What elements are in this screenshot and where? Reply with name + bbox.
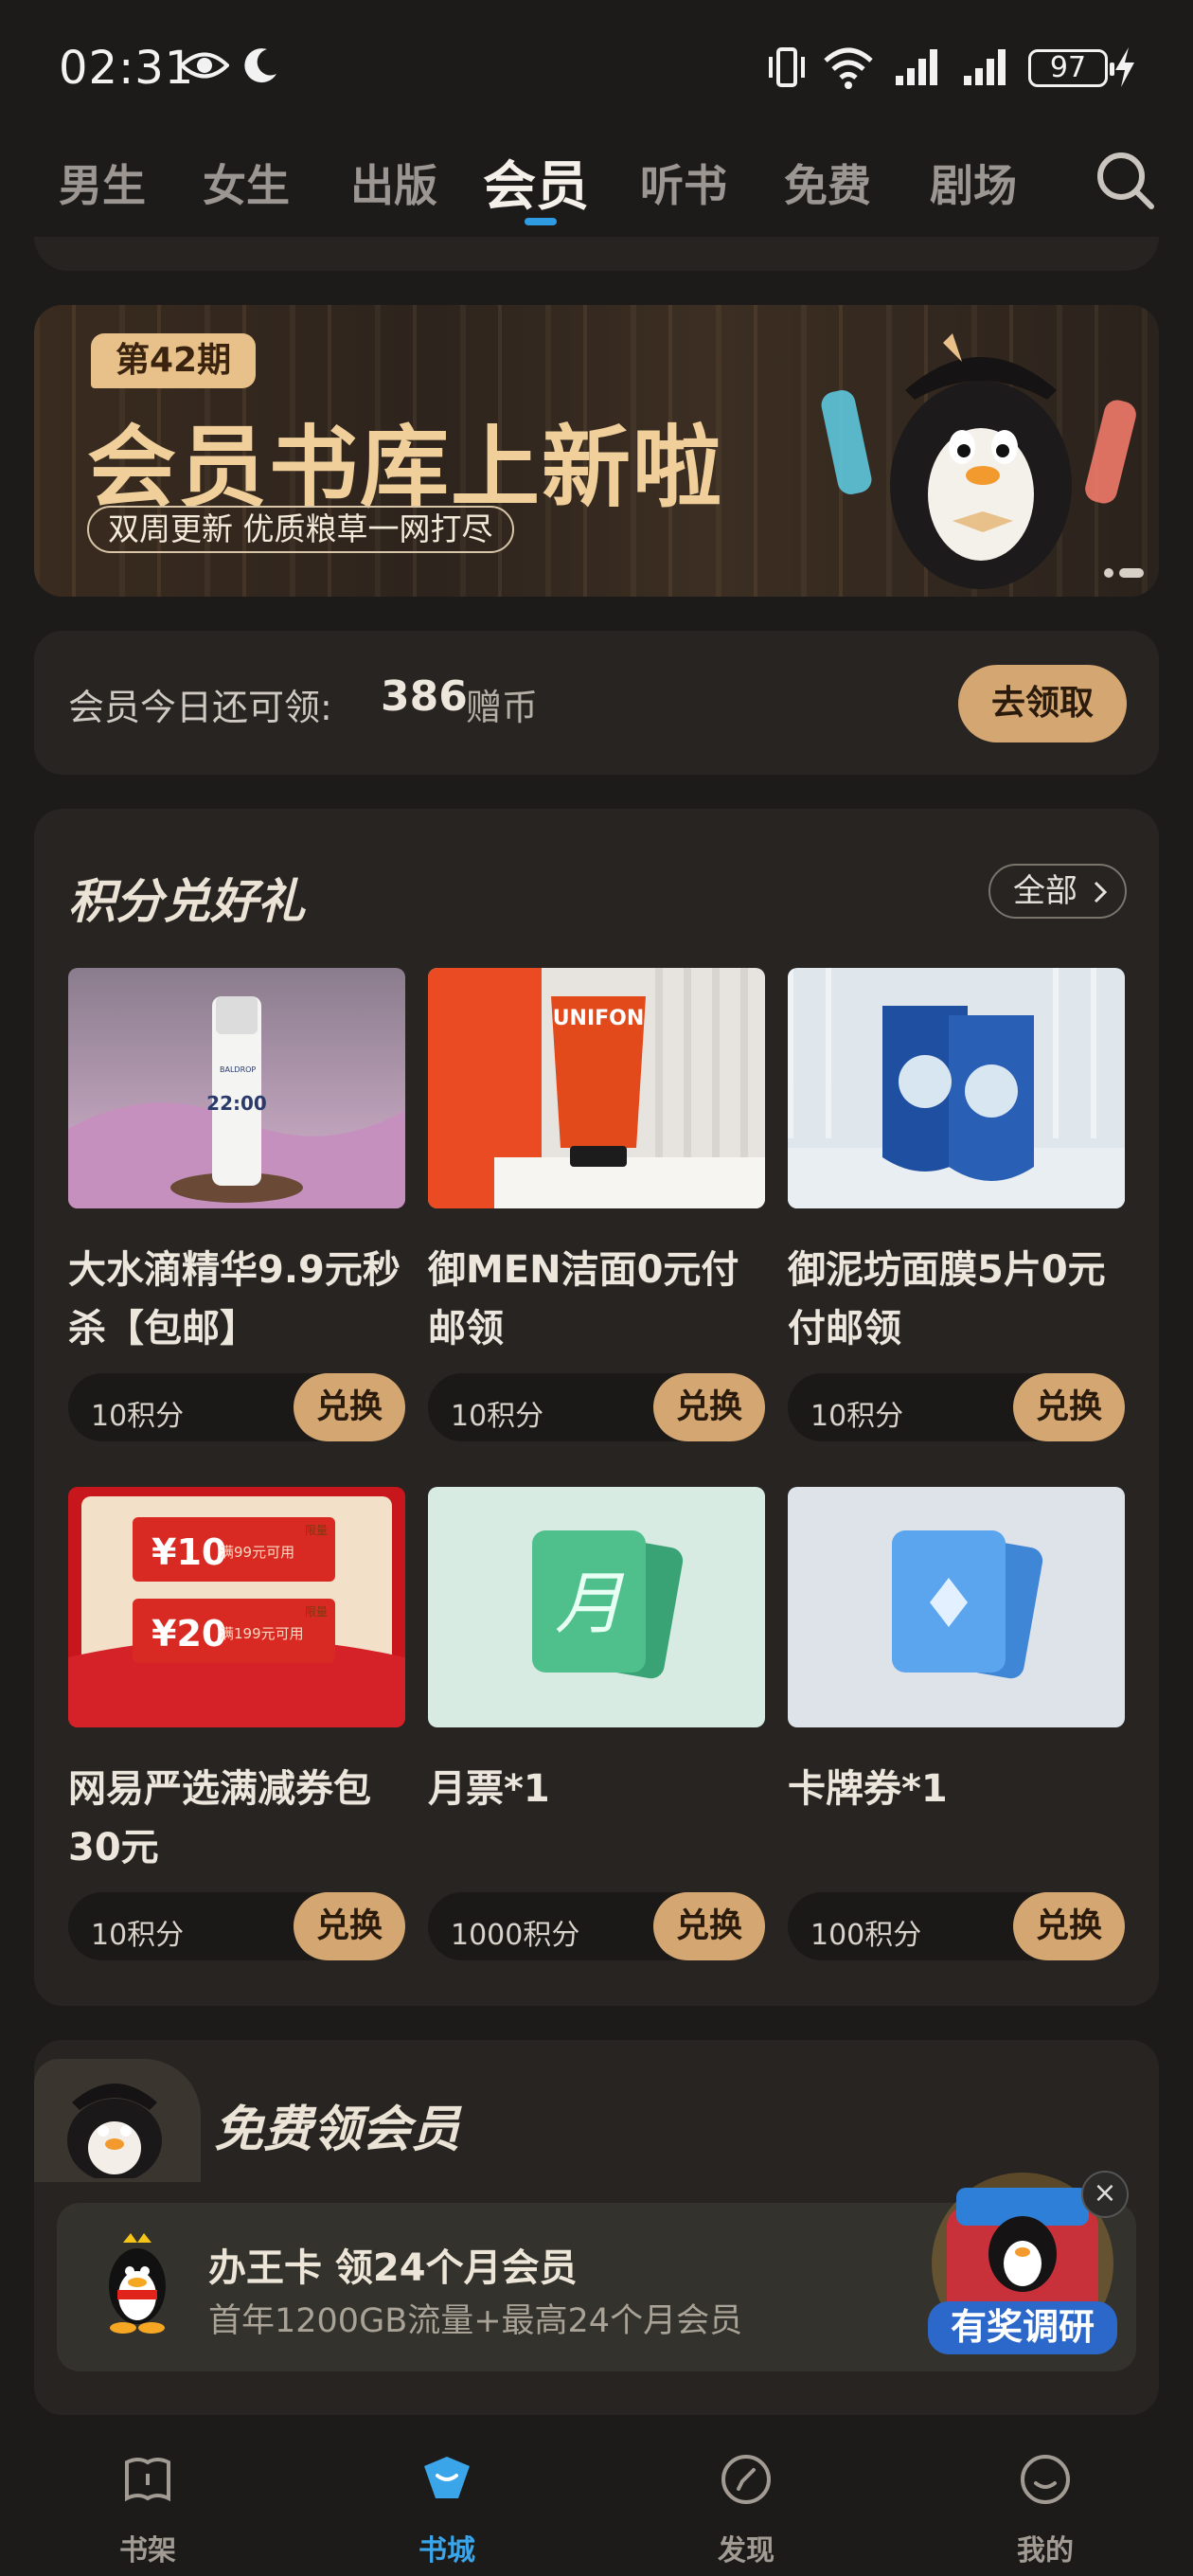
claim-button[interactable]: 去领取	[958, 665, 1127, 742]
redeem-bar: 10积分 兑换	[788, 1373, 1125, 1441]
bookstore-icon	[424, 2457, 470, 2498]
redeem-button[interactable]: 兑换	[1013, 1373, 1125, 1441]
tab-profile[interactable]: 我的	[960, 2432, 1131, 2576]
coin-value: 386	[381, 672, 468, 721]
battery-indicator: 97	[1028, 49, 1114, 87]
monthly-ticket-image: 月	[428, 1487, 765, 1727]
banner-pagination	[1098, 563, 1144, 581]
charging-icon	[1115, 47, 1134, 87]
redeem-bar: 10积分 兑换	[68, 1892, 405, 1960]
reward-item-name: 卡牌券*1	[788, 1767, 948, 1811]
top-nav: 男生 女生 出版 会员 听书 免费 剧场	[0, 133, 1193, 246]
tab-label: 书架	[119, 2534, 176, 2567]
card-ticket-image	[788, 1487, 1125, 1727]
redeem-button[interactable]: 兑换	[294, 1373, 405, 1441]
tab-member[interactable]: 会员	[483, 144, 589, 221]
member-coin-card: 会员今日还可领: 386 赠币 去领取	[34, 631, 1159, 775]
status-time: 02:31	[59, 42, 195, 95]
tab-label: 发现	[718, 2534, 775, 2567]
bookshelf-icon	[125, 2458, 170, 2502]
coupon-tag: 限量	[305, 1524, 328, 1537]
signal-icon	[896, 49, 937, 85]
coupon-tag: 限量	[305, 1605, 328, 1619]
compass-icon	[721, 2455, 771, 2504]
moon-icon	[244, 48, 276, 83]
view-all-button[interactable]: 全部	[988, 864, 1127, 919]
ticket-char: 月	[555, 1564, 625, 1643]
promo-subtitle: 首年1200GB流量+最高24个月会员	[208, 2302, 743, 2340]
cleanser-tube-image: UNIFON	[428, 968, 765, 1208]
tab-audiobook[interactable]: 听书	[640, 152, 727, 214]
reward-points: 10积分	[810, 1400, 904, 1433]
redeem-button[interactable]: 兑换	[1013, 1892, 1125, 1960]
coin-label: 会员今日还可领:	[68, 687, 332, 728]
profile-icon	[1021, 2455, 1070, 2504]
redeem-bar: 10积分 兑换	[68, 1373, 405, 1441]
redeem-button[interactable]: 兑换	[653, 1892, 765, 1960]
member-library-banner[interactable]: 第42期 会员书库上新啦 双周更新 优质粮草一网打尽	[34, 305, 1159, 597]
tab-label: 我的	[1017, 2534, 1074, 2567]
tab-label: 书城	[418, 2534, 475, 2567]
reward-item-name: 御泥坊面膜5片0元付邮领	[788, 1248, 1106, 1351]
tab-bookshelf[interactable]: 书架	[62, 2432, 233, 2576]
face-mask-image	[788, 968, 1125, 1208]
reward-points: 1000积分	[451, 1919, 580, 1952]
view-all-label: 全部	[1013, 872, 1077, 910]
svg-text:¥20: ¥20	[151, 1613, 226, 1655]
reward-item-name: 大水滴精华9.9元秒杀【包邮】	[68, 1248, 401, 1351]
chevron-right-icon	[1094, 881, 1107, 903]
pagination-dot	[1104, 567, 1113, 578]
qq-penguin-icon	[109, 2233, 166, 2334]
tab-female[interactable]: 女生	[203, 152, 290, 214]
eye-icon	[180, 52, 229, 79]
tab-theater[interactable]: 剧场	[930, 152, 1017, 214]
redeem-button[interactable]: 兑换	[653, 1373, 765, 1441]
vibrate-icon	[769, 47, 805, 87]
coupon-pack-image: ¥10 满99元可用 ¥20 满199元可用 限量 限量	[68, 1487, 405, 1727]
coupon-condition: 满199元可用	[220, 1625, 304, 1642]
tab-bookstore[interactable]: 书城	[362, 2432, 532, 2576]
signal-icon	[964, 49, 1006, 85]
coupon-condition: 满99元可用	[220, 1544, 294, 1561]
wifi-icon	[824, 47, 873, 89]
points-redeem-section: 积分兑好礼 全部 22:00 BALDROP 大水滴精华9.9元秒杀【包邮】 1…	[34, 809, 1159, 2006]
promo-title: 办王卡 领24个月会员	[208, 2246, 578, 2290]
active-tab-indicator	[525, 218, 557, 225]
tab-free[interactable]: 免费	[784, 152, 871, 214]
penguin-mascot-illustration	[821, 333, 1136, 589]
serum-bottle-image: 22:00 BALDROP	[68, 968, 405, 1208]
bottle-brand: BALDROP	[220, 1065, 256, 1074]
banner-subtitle: 双周更新 优质粮草一网打尽	[87, 506, 514, 553]
tab-publishing[interactable]: 出版	[350, 152, 437, 214]
reward-item-name: 御MEN洁面0元付邮领	[428, 1248, 739, 1351]
tab-discover[interactable]: 发现	[661, 2432, 831, 2576]
status-bar: 02:31 97	[0, 0, 1193, 133]
redeem-bar: 1000积分 兑换	[428, 1892, 765, 1960]
redeem-button[interactable]: 兑换	[294, 1892, 405, 1960]
tube-brand: UNIFON	[553, 1007, 645, 1030]
reward-points: 10积分	[91, 1919, 185, 1952]
section-title: 积分兑好礼	[68, 874, 305, 929]
bottom-tab-bar: 书架 书城 发现 我的	[0, 2432, 1193, 2576]
banner-issue-badge: 第42期	[91, 333, 257, 388]
bottle-label: 22:00	[206, 1092, 267, 1115]
free-member-tab	[34, 2059, 201, 2182]
svg-text:¥10: ¥10	[151, 1531, 226, 1573]
close-icon[interactable]: ×	[1081, 2171, 1129, 2218]
redeem-bar: 10积分 兑换	[428, 1373, 765, 1441]
redeem-bar: 100积分 兑换	[788, 1892, 1125, 1960]
reward-item-name: 月票*1	[428, 1767, 550, 1811]
survey-label: 有奖调研	[951, 2306, 1095, 2348]
search-icon[interactable]	[1095, 150, 1157, 212]
pagination-dot-active	[1119, 567, 1144, 578]
penguin-icon	[67, 2084, 162, 2178]
reward-item-name: 网易严选满减券包30元	[68, 1767, 371, 1869]
section-title: 免费领会员	[214, 2102, 461, 2158]
reward-points: 10积分	[451, 1400, 544, 1433]
coin-unit: 赠币	[466, 687, 539, 728]
previous-section-edge	[34, 237, 1159, 271]
reward-points: 10积分	[91, 1400, 185, 1433]
reward-points: 100积分	[810, 1919, 922, 1952]
tab-male[interactable]: 男生	[59, 152, 146, 214]
